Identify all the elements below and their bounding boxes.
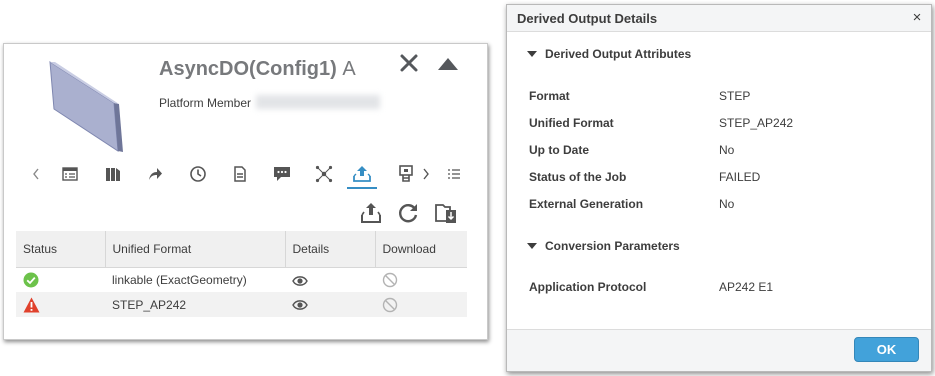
success-check-icon [23,272,39,288]
collapse-icon[interactable] [437,56,459,72]
caret-down-icon [527,243,537,249]
failed-warning-icon [23,297,40,313]
chevron-left-icon[interactable] [26,164,46,184]
eye-icon[interactable] [292,299,308,311]
attr-value-format: STEP [719,89,751,103]
history-icon[interactable] [188,164,208,184]
object-panel: AsyncDO(Config1) A Platform Member Statu… [3,43,488,340]
attr-value-unified-format: STEP_AP242 [719,116,794,130]
dialog-title: Derived Output Details [517,11,658,26]
unified-format-cell: STEP_AP242 [105,292,285,317]
attr-value-external-generation: No [719,197,735,211]
tab-bar [18,160,473,190]
object-title: AsyncDO(Config1) A [159,58,356,81]
network-icon[interactable] [314,164,334,184]
active-tab-indicator [347,187,377,189]
document-icon[interactable] [230,164,250,184]
section-conversion-parameters[interactable]: Conversion Parameters [527,239,680,253]
download-files-icon[interactable] [434,201,458,225]
table-row[interactable]: STEP_AP242 [16,292,467,317]
attr-label-external-generation: External Generation [529,197,644,211]
attr-label-application-protocol: Application Protocol [529,280,647,294]
object-name: AsyncDO(Config1) [159,58,337,80]
list-icon[interactable] [444,164,464,184]
refresh-icon[interactable] [396,201,420,225]
dialog-footer: OK [507,329,931,371]
relations-icon[interactable] [103,164,123,184]
share-icon[interactable] [145,164,165,184]
chevron-right-icon[interactable] [416,164,436,184]
attr-label-up-to-date: Up to Date [529,143,589,157]
section-heading: Conversion Parameters [545,239,680,253]
attr-label-format: Format [529,89,570,103]
dialog-header: Derived Output Details × [507,5,931,32]
object-revision: A [342,58,356,80]
table-row[interactable]: linkable (ExactGeometry) [16,267,467,292]
platform-member-label: Platform Member [159,96,252,110]
ok-button[interactable]: OK [854,337,919,362]
column-header-download[interactable]: Download [375,231,467,268]
column-header-unified-format[interactable]: Unified Format [105,231,286,268]
download-disabled-icon [382,297,398,313]
properties-icon[interactable] [60,164,80,184]
attr-value-up-to-date: No [719,143,735,157]
attr-label-job-status: Status of the Job [529,170,627,184]
configuration-icon[interactable] [396,164,416,184]
derived-output-details-dialog: Derived Output Details × Derived Output … [506,4,932,372]
caret-down-icon [527,51,537,57]
generate-derived-output-icon[interactable] [359,201,383,225]
column-header-status[interactable]: Status [16,231,106,268]
close-icon[interactable]: × [910,10,924,26]
close-icon[interactable] [398,52,420,74]
download-disabled-icon [382,272,398,288]
unified-format-cell: linkable (ExactGeometry) [112,272,247,287]
platform-member-value-blurred [256,95,380,109]
attr-value-job-status: FAILED [719,170,761,184]
section-heading: Derived Output Attributes [545,47,692,61]
derived-output-icon[interactable] [352,164,372,184]
column-header-details[interactable]: Details [285,231,376,268]
comment-icon[interactable] [272,164,292,184]
eye-icon[interactable] [292,275,308,287]
attr-value-application-protocol: AP242 E1 [719,280,774,294]
part-thumbnail [49,61,123,152]
section-derived-output-attributes[interactable]: Derived Output Attributes [527,47,691,61]
attr-label-unified-format: Unified Format [529,116,614,130]
derived-output-table: Status Unified Format Details Download l… [16,231,467,317]
